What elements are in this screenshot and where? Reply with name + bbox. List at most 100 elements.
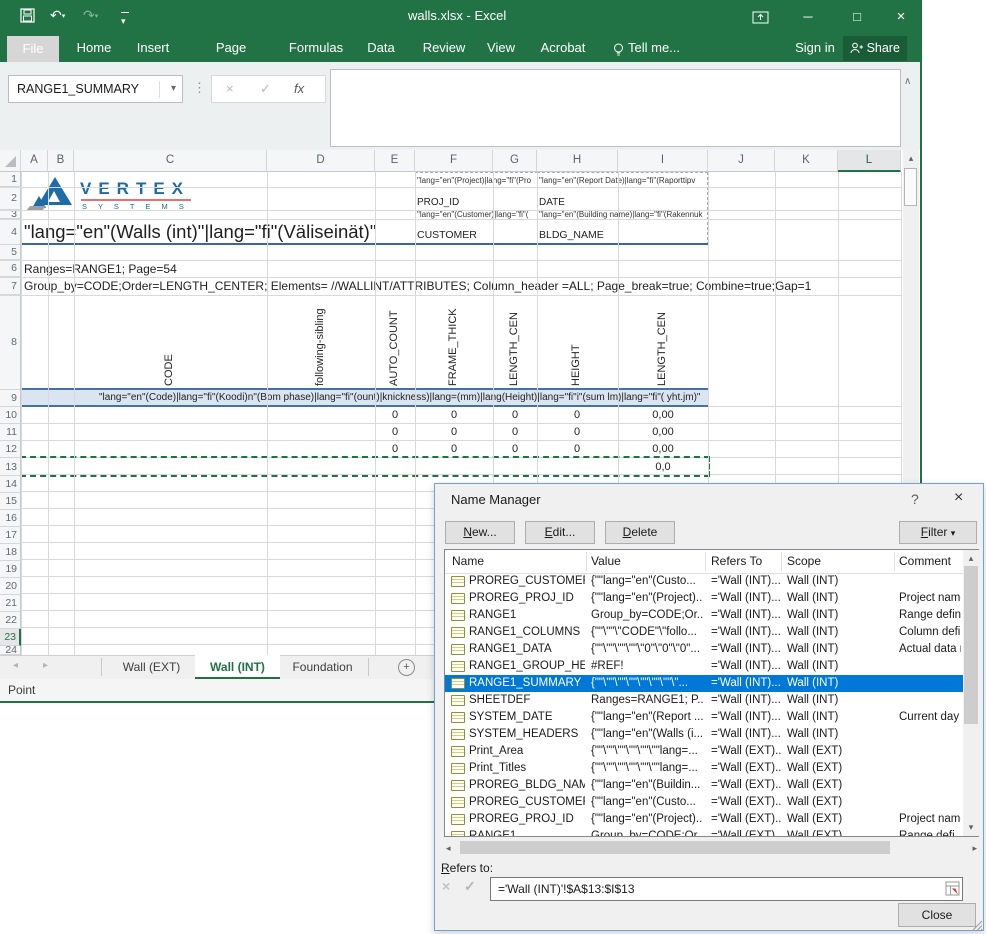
scroll-thumb[interactable] <box>964 566 978 724</box>
data-cell[interactable]: 0,00 <box>633 441 693 458</box>
column-header-J[interactable]: J <box>708 150 775 172</box>
sheet-nav-right-icon[interactable]: ▸ <box>43 660 48 671</box>
data-cell-I13[interactable]: 0,0 <box>633 459 693 476</box>
list-horizontal-scrollbar[interactable]: ◂ ▸ <box>444 840 979 855</box>
cell-A6[interactable]: Ranges=RANGE1; Page=54 <box>24 262 177 276</box>
column-header-refers-to[interactable]: Refers To <box>711 550 762 573</box>
cell-F4[interactable]: CUSTOMER <box>417 229 477 241</box>
row-header-10[interactable]: 10 <box>0 407 21 424</box>
column-header-name[interactable]: Name <box>452 550 484 573</box>
name-manager-row[interactable]: PROREG_PROJ_ID{""lang="en"(Project)...='… <box>445 811 963 828</box>
select-all-corner[interactable] <box>0 150 21 172</box>
data-cell[interactable]: 0 <box>365 441 425 458</box>
rotated-column-label[interactable]: CODE <box>163 298 175 386</box>
rotated-column-label[interactable]: HEIGHT <box>570 298 582 386</box>
refers-cancel-icon[interactable]: × <box>442 878 450 894</box>
column-header-value[interactable]: Value <box>591 550 621 573</box>
column-header-G[interactable]: G <box>493 150 537 172</box>
new-button[interactable]: New... <box>445 521 515 544</box>
rotated-column-label[interactable]: following-sibling <box>314 298 326 386</box>
column-header-comment[interactable]: Comment <box>899 550 951 573</box>
row-header-2[interactable]: 2 <box>0 187 21 210</box>
delete-button[interactable]: Delete <box>605 521 675 544</box>
refers-to-field[interactable]: ='Wall (INT)'!$A$13:$I$13 <box>490 877 963 901</box>
name-manager-row[interactable]: SHEETDEFRanges=RANGE1; P...='Wall (INT).… <box>445 692 963 709</box>
data-cell[interactable]: 0 <box>424 407 484 424</box>
cell-H3[interactable]: "lang="en"(Building name)|lang="fi"(Rake… <box>539 210 702 219</box>
data-cell[interactable]: 0 <box>485 407 545 424</box>
cell-F1[interactable]: "lang="en"(Project)|lang="fi"(Pro <box>417 176 535 185</box>
column-header-L[interactable]: L <box>838 150 901 172</box>
sheet-tab-wall-ext[interactable]: Wall (EXT) <box>108 655 195 679</box>
data-cell[interactable]: 0 <box>424 424 484 441</box>
row-header-20[interactable]: 20 <box>0 578 21 595</box>
rotated-column-label[interactable]: LENGTH_CEN <box>656 298 668 386</box>
name-manager-row[interactable]: RANGE1Group_by=CODE;Or...='Wall (EXT)...… <box>445 828 963 836</box>
data-cell[interactable]: 0 <box>547 441 607 458</box>
scroll-up-icon[interactable]: ▴ <box>903 153 919 164</box>
name-manager-row[interactable]: RANGE1_SUMMARY{""\""\""\""\""\""\""\"...… <box>445 675 963 692</box>
name-manager-row[interactable]: RANGE1_GROUP_HEA...#REF!='Wall (INT)...W… <box>445 658 963 675</box>
name-manager-row[interactable]: Print_Area{""\""\""\""\""\""lang=...='Wa… <box>445 743 963 760</box>
name-manager-row[interactable]: RANGE1_DATA{""\""\""\""\"0"\"0"\"0"...='… <box>445 641 963 658</box>
row-header-12[interactable]: 12 <box>0 441 21 458</box>
data-cell[interactable]: 0 <box>365 407 425 424</box>
column-header-B[interactable]: B <box>48 150 74 172</box>
sheet-nav-left-icon[interactable]: ◂ <box>13 660 18 671</box>
row-header-8[interactable]: 8 <box>0 295 21 390</box>
cell-F3[interactable]: "lang="en"(Customer)|lang="fi"( <box>417 210 535 219</box>
cell-H4[interactable]: BLDG_NAME <box>539 229 604 241</box>
cell-A4-title[interactable]: "lang="en"(Walls (int)"|lang="fi"(Välise… <box>24 221 376 243</box>
data-cell[interactable]: 0 <box>485 441 545 458</box>
dialog-help-icon[interactable]: ? <box>911 491 919 507</box>
refers-confirm-icon[interactable]: ✓ <box>464 878 476 895</box>
row-header-21[interactable]: 21 <box>0 595 21 612</box>
row-header-3[interactable]: 3 <box>0 210 21 219</box>
cell-H2[interactable]: DATE <box>539 197 565 208</box>
collapse-dialog-picker-icon[interactable] <box>945 881 960 903</box>
row-header-9[interactable]: 9 <box>0 390 21 407</box>
rotated-column-label[interactable]: LENGTH_CEN <box>508 298 520 386</box>
cell-A7[interactable]: Group_by=CODE;Order=LENGTH_CENTER; Eleme… <box>24 279 811 293</box>
sheet-tab-foundation[interactable]: Foundation <box>280 655 365 679</box>
list-vertical-scrollbar[interactable]: ▴ ▾ <box>963 550 979 836</box>
row-header-6[interactable]: 6 <box>0 260 21 277</box>
data-cell[interactable]: 0 <box>365 424 425 441</box>
row-header-16[interactable]: 16 <box>0 510 21 527</box>
name-manager-row[interactable]: PROREG_PROJ_ID{""lang="en"(Project)...='… <box>445 590 963 607</box>
sheet-tab-wall-int[interactable]: Wall (INT) <box>195 655 280 679</box>
column-header-E[interactable]: E <box>375 150 415 172</box>
row-header-5[interactable]: 5 <box>0 245 21 260</box>
data-cell[interactable]: 0 <box>485 424 545 441</box>
rotated-column-label[interactable]: AUTO_COUNT <box>388 298 400 386</box>
row-header-22[interactable]: 22 <box>0 612 21 629</box>
column-header-F[interactable]: F <box>415 150 493 172</box>
data-cell[interactable]: 0 <box>424 441 484 458</box>
row-header-18[interactable]: 18 <box>0 544 21 561</box>
row-header-19[interactable]: 19 <box>0 561 21 578</box>
cell-row9-header[interactable]: "lang="en"(Code)|lang="fi"(Koodi)n"(Bom … <box>21 388 708 407</box>
scroll-thumb[interactable] <box>460 841 890 854</box>
data-cell[interactable]: 0,00 <box>633 424 693 441</box>
filter-button[interactable]: Filter ▾ <box>899 521 977 544</box>
row-header-23[interactable]: 23 <box>0 629 21 646</box>
data-cell[interactable]: 0 <box>547 407 607 424</box>
data-cell[interactable]: 0,00 <box>633 407 693 424</box>
row-header-1[interactable]: 1 <box>0 172 21 187</box>
row-header-15[interactable]: 15 <box>0 493 21 510</box>
name-manager-row[interactable]: Print_Titles{""\""\""\""\""\""lang=...='… <box>445 760 963 777</box>
edit-button[interactable]: Edit... <box>525 521 595 544</box>
name-manager-row[interactable]: SYSTEM_DATE{""lang="en"(Report ...='Wall… <box>445 709 963 726</box>
column-header-K[interactable]: K <box>775 150 838 172</box>
row-header-4[interactable]: 4 <box>0 219 21 245</box>
scroll-up-icon[interactable]: ▴ <box>963 553 979 564</box>
row-header-17[interactable]: 17 <box>0 527 21 544</box>
row-header-7[interactable]: 7 <box>0 277 21 295</box>
cell-F2[interactable]: PROJ_ID <box>417 197 459 208</box>
row-header-11[interactable]: 11 <box>0 424 21 441</box>
row-header-14[interactable]: 14 <box>0 476 21 493</box>
name-manager-row[interactable]: RANGE1_COLUMNS{""\""\"CODE"\"follo...='W… <box>445 624 963 641</box>
name-manager-row[interactable]: PROREG_CUSTOMER{""lang="en"(Custo...='Wa… <box>445 794 963 811</box>
rotated-column-label[interactable]: FRAME_THICK <box>447 298 459 386</box>
scroll-left-icon[interactable]: ◂ <box>446 843 451 854</box>
